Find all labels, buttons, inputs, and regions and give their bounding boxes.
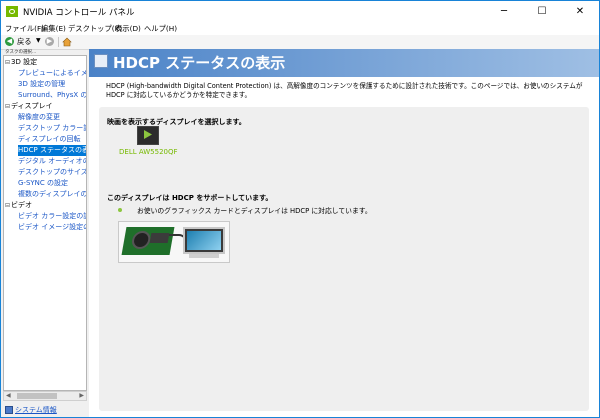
tree-item-hdcp-status[interactable]: HDCP ステータスの表示 [18,145,86,156]
monitor-image [183,227,225,254]
display-monitor-icon[interactable] [137,126,159,145]
monitor-stand [189,254,219,258]
menu-file[interactable]: ファイル(F) [5,23,44,35]
hdcp-illustration [118,221,230,263]
scroll-right-icon[interactable]: ▶ [79,392,84,399]
close-button[interactable]: ✕ [561,1,599,23]
tree-item-video-image[interactable]: ビデオ イメージ設定の調整 [18,222,86,233]
app-window: NVIDIA コントロール パネル ─ ☐ ✕ ファイル(F) 編集(E) デス… [0,0,600,418]
system-info-label[interactable]: システム情報 [15,405,57,415]
menu-help[interactable]: ヘルプ(H) [144,23,177,35]
back-button[interactable]: 戻る [17,37,32,47]
tree-item-rotate-display[interactable]: ディスプレイの回転 [18,134,81,145]
nvidia-logo-icon [6,6,18,17]
tree-item-digital-audio[interactable]: デジタル オーディオの設定 [18,156,86,167]
sidebar-horizontal-scrollbar[interactable]: ◀ ▶ [3,391,87,401]
page-description: HDCP (High-bandwidth Digital Content Pro… [106,82,583,99]
toolbar-divider [58,37,59,47]
tree-group-3d-settings[interactable]: ⊟3D 設定 [5,57,37,68]
tree-item-gsync[interactable]: G-SYNC の設定 [18,178,68,189]
menu-edit[interactable]: 編集(E) [41,23,66,35]
tree-item-desktop-size[interactable]: デスクトップのサイズと位置 [18,167,86,178]
page-title: HDCP ステータスの表示 [113,54,286,72]
window-title: NVIDIA コントロール パネル [23,8,135,18]
page-icon [94,54,108,68]
content-pane: HDCP ステータスの表示 HDCP (High-bandwidth Digit… [89,49,599,417]
hdcp-support-detail: お使いのグラフィックス カードとディスプレイは HDCP に対応しています。 [137,207,372,215]
maximize-button[interactable]: ☐ [523,1,561,23]
menu-bar: ファイル(F) 編集(E) デスクトップ(K) 表示(D) ヘルプ(H) [1,23,599,35]
back-arrow-icon[interactable]: ◀ [5,37,14,46]
toolbar: ◀ 戻る ▼ ▶ [1,35,599,50]
display-name[interactable]: DELL AW5520QF [119,148,178,156]
tree-item-desktop-color[interactable]: デスクトップ カラー設定 [18,123,86,134]
menu-view[interactable]: 表示(D) [115,23,141,35]
title-bar: NVIDIA コントロール パネル ─ ☐ ✕ [1,1,599,23]
graphics-card-image [121,227,175,255]
hdcp-support-heading: このディスプレイは HDCP をサポートしています。 [107,194,273,202]
tree-group-display[interactable]: ⊟ディスプレイ [5,101,53,112]
tree-item-video-color[interactable]: ビデオ カラー設定の調整 [18,211,86,222]
chevron-down-icon[interactable]: ▼ [36,37,41,44]
home-icon[interactable] [62,37,72,47]
scrollbar-thumb[interactable] [17,393,57,399]
tree-item-change-resolution[interactable]: 解像度の変更 [18,112,60,123]
tree-item-manage-3d[interactable]: 3D 設定の管理 [18,79,65,90]
forward-arrow-icon[interactable]: ▶ [45,37,54,46]
tree-group-video[interactable]: ⊟ビデオ [5,200,32,211]
bullet-icon [118,208,122,212]
tree-item-surround-physx[interactable]: Surround、PhysX の設定 [18,90,86,101]
tree-item-image-preview[interactable]: プレビューによるイメージ [18,68,86,79]
select-display-label: 映画を表示するディスプレイを選択します。 [107,118,246,126]
tree-item-multiple-displays[interactable]: 複数のディスプレイの設定 [18,189,86,200]
settings-panel: 映画を表示するディスプレイを選択します。 DELL AW5520QF このディス… [99,107,589,411]
scroll-left-icon[interactable]: ◀ [6,392,11,399]
navigation-tree: ⊟3D 設定 プレビューによるイメージ 3D 設定の管理 Surround、Ph… [3,55,87,391]
page-header: HDCP ステータスの表示 [89,49,599,77]
minimize-button[interactable]: ─ [485,1,523,23]
system-info-icon [5,406,13,414]
